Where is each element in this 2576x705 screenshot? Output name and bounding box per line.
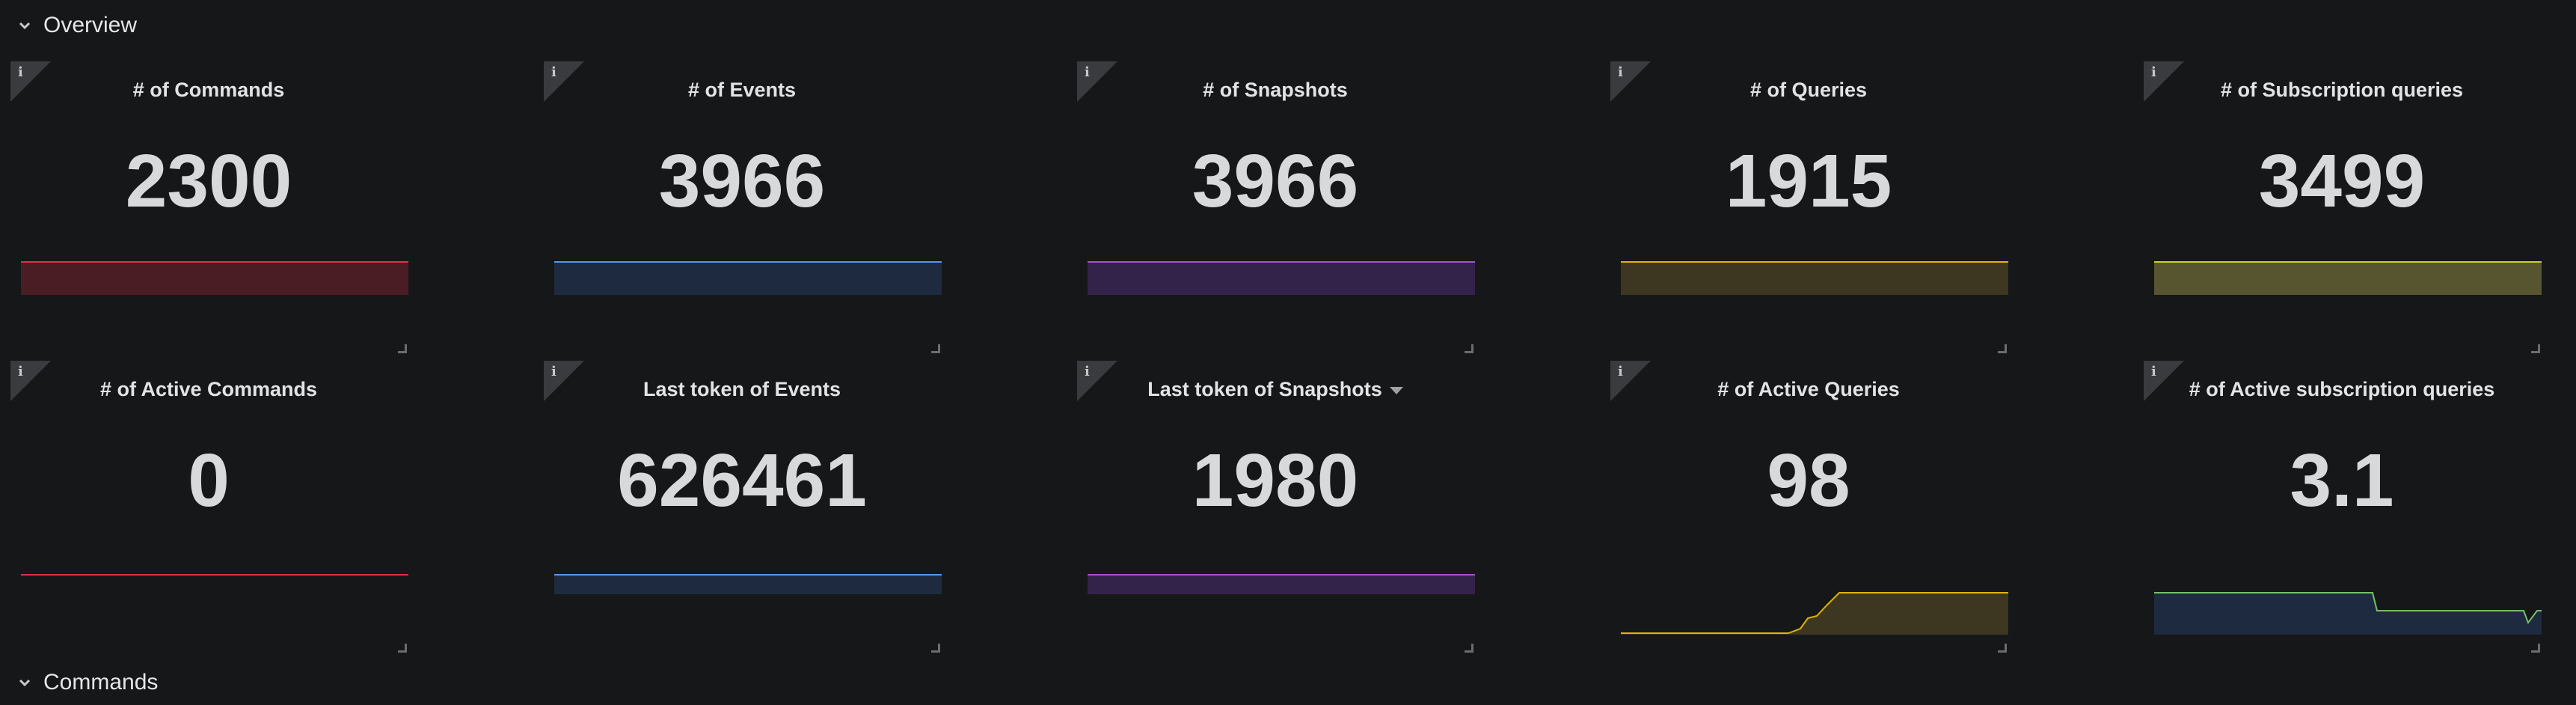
stat-panel-subscription-queries[interactable]: i # of Subscription queries 3499 <box>2144 61 2542 353</box>
stat-panel-snapshots[interactable]: i # of Snapshots 3966 <box>1077 61 1475 353</box>
panel-title[interactable]: # of Active subscription queries <box>2144 374 2540 404</box>
panel-title[interactable]: # of Active Queries <box>1610 374 2007 404</box>
row-title: Overview <box>43 13 138 37</box>
stat-value: 3499 <box>2258 139 2426 223</box>
sparkline <box>1621 261 2008 295</box>
sparkline <box>1088 574 1475 594</box>
resize-handle-icon[interactable] <box>2531 644 2540 653</box>
sparkline <box>554 261 942 295</box>
resize-handle-icon[interactable] <box>2531 344 2540 353</box>
resize-handle-icon[interactable] <box>1998 644 2007 653</box>
panel-title[interactable]: # of Commands <box>10 75 407 105</box>
caret-down-icon[interactable] <box>1389 387 1403 394</box>
panel-title[interactable]: # of Snapshots <box>1077 75 1473 105</box>
resize-handle-icon[interactable] <box>398 344 407 353</box>
panel-title-menu[interactable]: Last token of Snapshots <box>1077 374 1473 404</box>
resize-handle-icon[interactable] <box>398 644 407 653</box>
stat-value: 0 <box>188 439 230 522</box>
sparkline <box>1621 592 2008 635</box>
sparkline <box>2154 592 2542 635</box>
sparkline <box>554 574 942 594</box>
panel-title[interactable]: # of Events <box>544 75 940 105</box>
stat-value: 3966 <box>658 139 826 223</box>
resize-handle-icon[interactable] <box>1465 644 1473 653</box>
stat-value: 98 <box>1767 439 1850 522</box>
sparkline <box>21 261 408 295</box>
stat-panel-queries[interactable]: i # of Queries 1915 <box>1610 61 2008 353</box>
row-title: Commands <box>43 670 159 695</box>
stat-panel-active-queries[interactable]: i # of Active Queries 98 <box>1610 361 2008 653</box>
sparkline <box>1088 261 1475 295</box>
stat-panel-last-token-events[interactable]: i Last token of Events 626461 <box>544 361 942 653</box>
panel-title[interactable]: Last token of Events <box>544 374 940 404</box>
stat-value: 2300 <box>125 139 292 223</box>
stat-value: 1980 <box>1192 439 1359 522</box>
stat-panel-last-token-snapshots[interactable]: i Last token of Snapshots 1980 <box>1077 361 1475 653</box>
chevron-down-icon <box>19 22 31 30</box>
row-header-overview[interactable]: Overview <box>16 3 137 48</box>
resize-handle-icon[interactable] <box>931 644 940 653</box>
chevron-down-icon <box>19 679 31 687</box>
resize-handle-icon[interactable] <box>931 344 940 353</box>
panel-title[interactable]: # of Subscription queries <box>2144 75 2540 105</box>
panel-title[interactable]: # of Active Commands <box>10 374 407 404</box>
stat-panel-active-commands[interactable]: i # of Active Commands 0 <box>10 361 408 653</box>
row-header-commands[interactable]: Commands <box>16 660 158 705</box>
stat-panel-events[interactable]: i # of Events 3966 <box>544 61 942 353</box>
stat-panel-active-subscription-queries[interactable]: i # of Active subscription queries 3.1 <box>2144 361 2542 653</box>
resize-handle-icon[interactable] <box>1998 344 2007 353</box>
resize-handle-icon[interactable] <box>1465 344 1473 353</box>
sparkline <box>2154 261 2542 295</box>
stat-value: 1915 <box>1725 139 1892 223</box>
stat-panel-commands[interactable]: i # of Commands 2300 <box>10 61 408 353</box>
sparkline <box>21 574 408 576</box>
stat-value: 3.1 <box>2290 439 2394 522</box>
panel-title[interactable]: # of Queries <box>1610 75 2007 105</box>
stat-value: 3966 <box>1192 139 1359 223</box>
stat-value: 626461 <box>617 439 867 522</box>
